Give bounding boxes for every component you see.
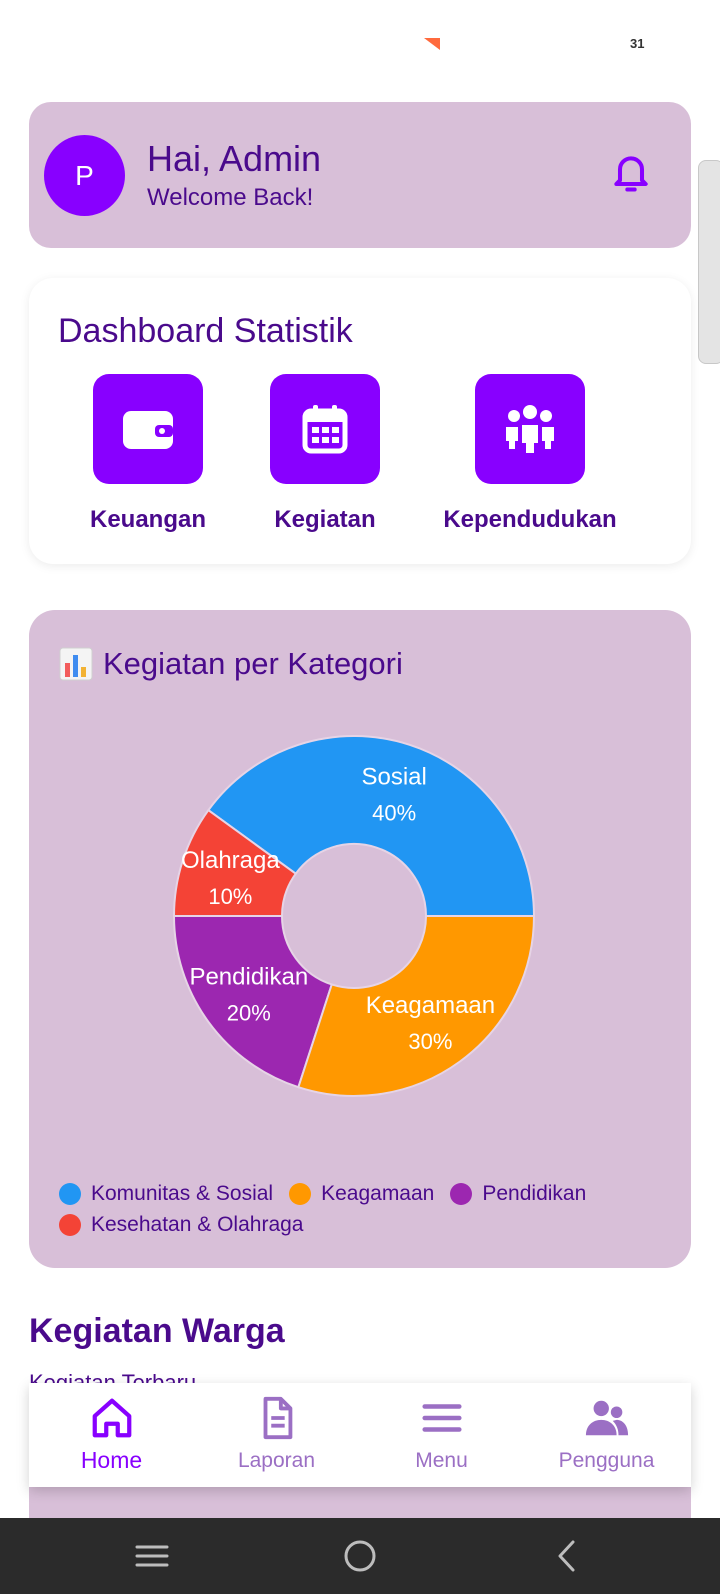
greeting-title: Hai, Admin [147,138,322,179]
slice-label-pendidikan: Pendidikan [189,963,308,990]
stat-kegiatan[interactable]: Kegiatan [225,374,425,534]
nav-label-laporan: Laporan [237,1449,316,1472]
legend-label: Kesehatan & Olahraga [91,1212,304,1236]
status-bar: 31 [0,0,720,70]
legend-dot-keagamaan [289,1182,312,1205]
slice-percent-keagamaan: 30% [408,1029,452,1054]
chart-card: Kegiatan per Kategori Sosial 40% Olahraga 1… [29,610,691,1268]
nav-menu[interactable]: Menu [359,1383,524,1487]
legend-label: Keagamaan [321,1181,435,1205]
legend-row: Komunitas & Sosial Keagamaan Pendidikan [59,1178,669,1209]
slice-label-olahraga: Olahraga [181,847,280,874]
slice-percent-pendidikan: 20% [227,1000,271,1025]
slice-label-keagamaan: Keagamaan [366,992,495,1019]
nav-home[interactable]: Home [29,1383,194,1487]
status-time: 31 [630,36,645,51]
status-indicator-icon [424,38,440,50]
welcome-subtitle: Welcome Back! [147,184,314,211]
legend-dot-sosial [59,1182,81,1205]
users-icon [585,1400,629,1436]
legend-item: Komunitas & Sosial [59,1182,273,1206]
stat-keuangan[interactable]: Keuangan [48,374,248,534]
slice-percent-sosial: 40% [372,800,416,825]
header-card: P Hai, Admin Welcome Back! [29,102,691,248]
stat-tile-keuangan[interactable] [93,374,203,484]
bottom-nav: Home Laporan Menu Pengguna [29,1383,691,1487]
home-icon [92,1398,132,1438]
legend-item: Pendidikan [450,1182,586,1206]
nav-label-home: Home [80,1447,143,1473]
legend-label: Pendidikan [482,1181,587,1205]
stats-card: Dashboard Statistik Keuangan Kegiatan Ke… [29,278,691,564]
back-icon[interactable] [548,1536,588,1576]
stat-label-kependudukan: Kependudukan [443,506,617,533]
chart-legend: Komunitas & Sosial Keagamaan Pendidikan … [59,1178,669,1240]
bell-icon[interactable] [609,150,653,196]
legend-dot-olahraga [59,1213,81,1236]
stat-tile-kegiatan[interactable] [270,374,380,484]
nav-label-pengguna: Pengguna [558,1449,655,1472]
recents-icon[interactable] [132,1536,172,1576]
scroll-handle[interactable] [698,160,720,364]
donut-chart: Sosial 40% Olahraga 10% Pendidikan 20% Keagama… [172,735,536,1097]
stats-title: Dashboard Statistik [58,312,353,350]
section-title: Kegiatan Warga [29,1312,285,1350]
legend-item: Kesehatan & Olahraga [59,1213,303,1237]
avatar[interactable]: P [44,135,125,216]
document-icon [263,1396,293,1440]
stat-label-keuangan: Keuangan [89,506,206,533]
slice-percent-olahraga: 10% [208,884,252,909]
stat-kependudukan[interactable]: Kependudukan [430,374,630,534]
legend-dot-pendidikan [450,1182,473,1205]
legend-row: Kesehatan & Olahraga [59,1209,669,1240]
system-nav-bar [0,1518,720,1594]
nav-pengguna[interactable]: Pengguna [524,1383,689,1487]
stat-label-kegiatan: Kegiatan [274,506,376,533]
nav-laporan[interactable]: Laporan [194,1383,359,1487]
legend-item: Keagamaan [289,1182,434,1206]
legend-label: Komunitas & Sosial [91,1181,274,1205]
home-circle-icon[interactable] [340,1536,380,1576]
wallet-icon [123,411,173,449]
menu-icon [422,1404,462,1432]
calendar-icon [302,405,348,454]
stat-tile-kependudukan[interactable] [475,374,585,484]
people-icon [506,405,554,453]
nav-label-menu: Menu [415,1449,468,1472]
slice-label-sosial: Sosial [361,763,426,790]
